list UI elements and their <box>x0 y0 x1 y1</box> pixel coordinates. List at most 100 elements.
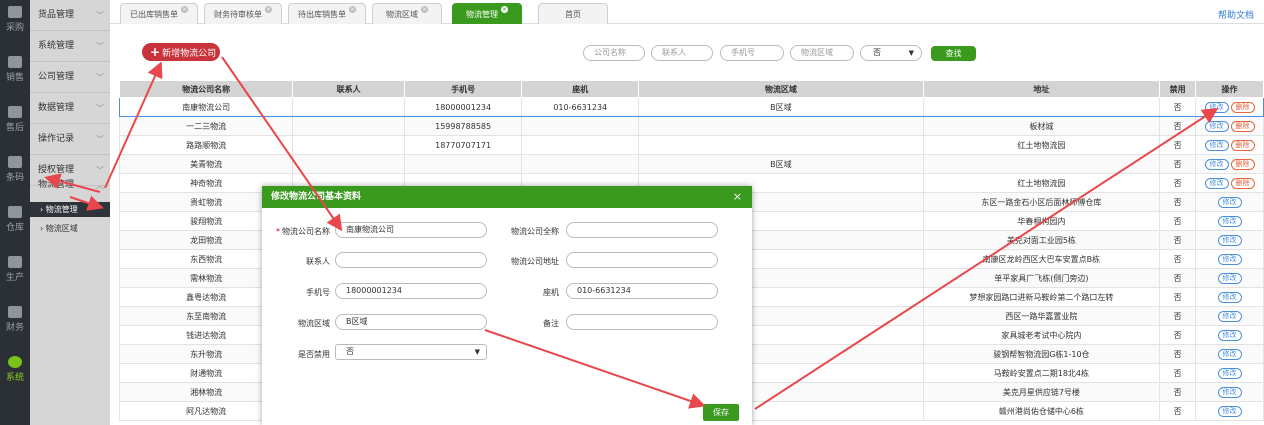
rail-production[interactable]: 生产 <box>0 256 30 283</box>
nav-item-system[interactable]: 系统管理 ﹀ <box>30 31 110 62</box>
table-cell: 赣州港尚佑仓储中心6栋 <box>922 401 1161 421</box>
edit-button[interactable]: 修改 <box>1217 215 1242 227</box>
name-label: * 物流公司名称 <box>268 226 330 237</box>
table-cell: B区域 <box>638 154 924 174</box>
tab-pending-sales[interactable]: 待出库销售单× <box>288 3 366 24</box>
save-button[interactable]: 保存 <box>703 404 739 421</box>
table-row[interactable]: 美青物流 B区域 否修改 删除 <box>118 154 1264 174</box>
tab-label: 待出库销售单 <box>298 10 346 19</box>
sub-label: 物流管理 <box>45 205 78 214</box>
close-icon[interactable]: × <box>265 6 272 13</box>
address-field[interactable] <box>566 252 718 268</box>
edit-button[interactable]: 修改 <box>1217 253 1242 265</box>
rail-warehouse[interactable]: 仓库 <box>0 206 30 233</box>
rail-finance[interactable]: 财务 <box>0 306 30 333</box>
close-icon[interactable]: × <box>421 6 428 13</box>
nav-item-oplog[interactable]: 操作记录 ﹀ <box>30 124 110 155</box>
tab-logistics-manage[interactable]: 物流管理× <box>452 3 522 24</box>
table-cell <box>922 154 1161 174</box>
table-cell: 否 <box>1159 249 1197 269</box>
phone-field[interactable]: 18000001234 <box>335 283 487 299</box>
row-actions: 修改 <box>1195 249 1264 269</box>
table-cell: 单平家具厂飞栋(侧门旁边) <box>922 268 1161 288</box>
nav-item-goods[interactable]: 货品管理 ﹀ <box>30 0 110 31</box>
close-icon[interactable]: × <box>181 6 188 13</box>
edit-button[interactable]: 修改 <box>1204 101 1229 113</box>
cart-icon <box>8 6 22 18</box>
rail-label: 仓库 <box>5 223 24 233</box>
rail-barcode[interactable]: 条码 <box>0 156 30 183</box>
sub-item-logistics-area[interactable]: › 物流区域 <box>30 221 110 236</box>
edit-button[interactable]: 修改 <box>1217 272 1242 284</box>
contact-field[interactable] <box>335 252 487 268</box>
table-cell: 否 <box>1159 382 1197 402</box>
tab-home[interactable]: 首页 <box>538 3 608 24</box>
nav-item-logistics[interactable]: 物流管理 ︿ <box>30 170 110 201</box>
barcode-icon <box>8 156 22 168</box>
close-icon[interactable]: × <box>349 6 356 13</box>
table-cell <box>521 116 640 136</box>
rail-aftersales[interactable]: 售后 <box>0 106 30 133</box>
table-cell: 否 <box>1159 97 1197 117</box>
tab-label: 财务待审核单 <box>214 10 262 19</box>
add-company-button[interactable]: + 新增物流公司 <box>142 43 220 61</box>
landline-label: 座机 <box>543 288 559 297</box>
edit-button[interactable]: 修改 <box>1217 310 1242 322</box>
company-fullname-field[interactable] <box>566 222 718 238</box>
disabled-field[interactable]: 否 ▼ <box>335 344 487 360</box>
tab-logistics-area[interactable]: 物流区域× <box>372 3 442 24</box>
company-name-search[interactable]: 公司名称 <box>583 45 645 61</box>
area-field[interactable]: B区域 <box>335 314 487 330</box>
note-field[interactable] <box>566 314 718 330</box>
rail-purchase[interactable]: 采购 <box>0 6 30 33</box>
landline-field[interactable]: 010-6631234 <box>566 283 718 299</box>
delete-button[interactable]: 删除 <box>1230 101 1255 113</box>
delete-button[interactable]: 删除 <box>1230 139 1255 151</box>
phone-search[interactable]: 手机号 <box>720 45 784 61</box>
delete-button[interactable]: 删除 <box>1230 120 1255 132</box>
edit-button[interactable]: 修改 <box>1204 158 1229 170</box>
table-cell: 否 <box>1159 344 1197 364</box>
nav-item-data[interactable]: 数据管理 ﹀ <box>30 93 110 124</box>
close-icon[interactable]: × <box>501 6 508 13</box>
help-link[interactable]: 帮助文档 <box>1218 8 1254 21</box>
edit-button[interactable]: 修改 <box>1217 291 1242 303</box>
contact-search[interactable]: 联系人 <box>651 45 713 61</box>
label-text: 物流公司名称 <box>282 227 330 236</box>
plus-icon: + <box>150 45 161 59</box>
disabled-select[interactable]: 否 ▼ <box>860 45 922 61</box>
table-cell: 否 <box>1159 154 1197 174</box>
phone-label: 手机号 <box>306 288 330 297</box>
edit-button[interactable]: 修改 <box>1204 177 1229 189</box>
edit-button[interactable]: 修改 <box>1217 348 1242 360</box>
table-cell <box>521 154 640 174</box>
edit-button[interactable]: 修改 <box>1217 234 1242 246</box>
delete-button[interactable]: 删除 <box>1230 177 1255 189</box>
edit-button[interactable]: 修改 <box>1204 120 1229 132</box>
edit-button[interactable]: 修改 <box>1204 139 1229 151</box>
company-name-field[interactable]: 南康物流公司 <box>335 222 487 238</box>
table-row[interactable]: 路路顺物流 18770707171 红土地物流园否修改 删除 <box>118 135 1264 155</box>
table-row[interactable]: 南康物流公司 18000001234 010-6631234 B区域 否修改 删除 <box>118 97 1264 117</box>
edit-button[interactable]: 修改 <box>1217 329 1242 341</box>
close-icon[interactable]: × <box>733 190 742 203</box>
table-cell <box>292 135 405 155</box>
edit-button[interactable]: 修改 <box>1217 386 1242 398</box>
area-search[interactable]: 物流区域 <box>790 45 854 61</box>
tab-finance-review[interactable]: 财务待审核单× <box>204 3 282 24</box>
row-actions: 修改 <box>1195 230 1264 250</box>
edit-button[interactable]: 修改 <box>1217 367 1242 379</box>
table-cell: 否 <box>1159 211 1197 231</box>
edit-button[interactable]: 修改 <box>1217 196 1242 208</box>
table-row[interactable]: 一二三物流 15998788585 板材城否修改 删除 <box>118 116 1264 136</box>
edit-button[interactable]: 修改 <box>1217 405 1242 417</box>
search-button[interactable]: 查找 <box>931 46 976 61</box>
rail-system[interactable]: 系统 <box>0 356 30 383</box>
delete-button[interactable]: 删除 <box>1230 158 1255 170</box>
tab-shipped-sales[interactable]: 已出库销售单× <box>120 3 198 24</box>
nav-item-company[interactable]: 公司管理 ﹀ <box>30 62 110 93</box>
table-cell <box>521 135 640 155</box>
sub-item-logistics-manage[interactable]: › 物流管理 <box>30 202 110 217</box>
grid-icon <box>8 106 22 118</box>
rail-sales[interactable]: 销售 <box>0 56 30 83</box>
